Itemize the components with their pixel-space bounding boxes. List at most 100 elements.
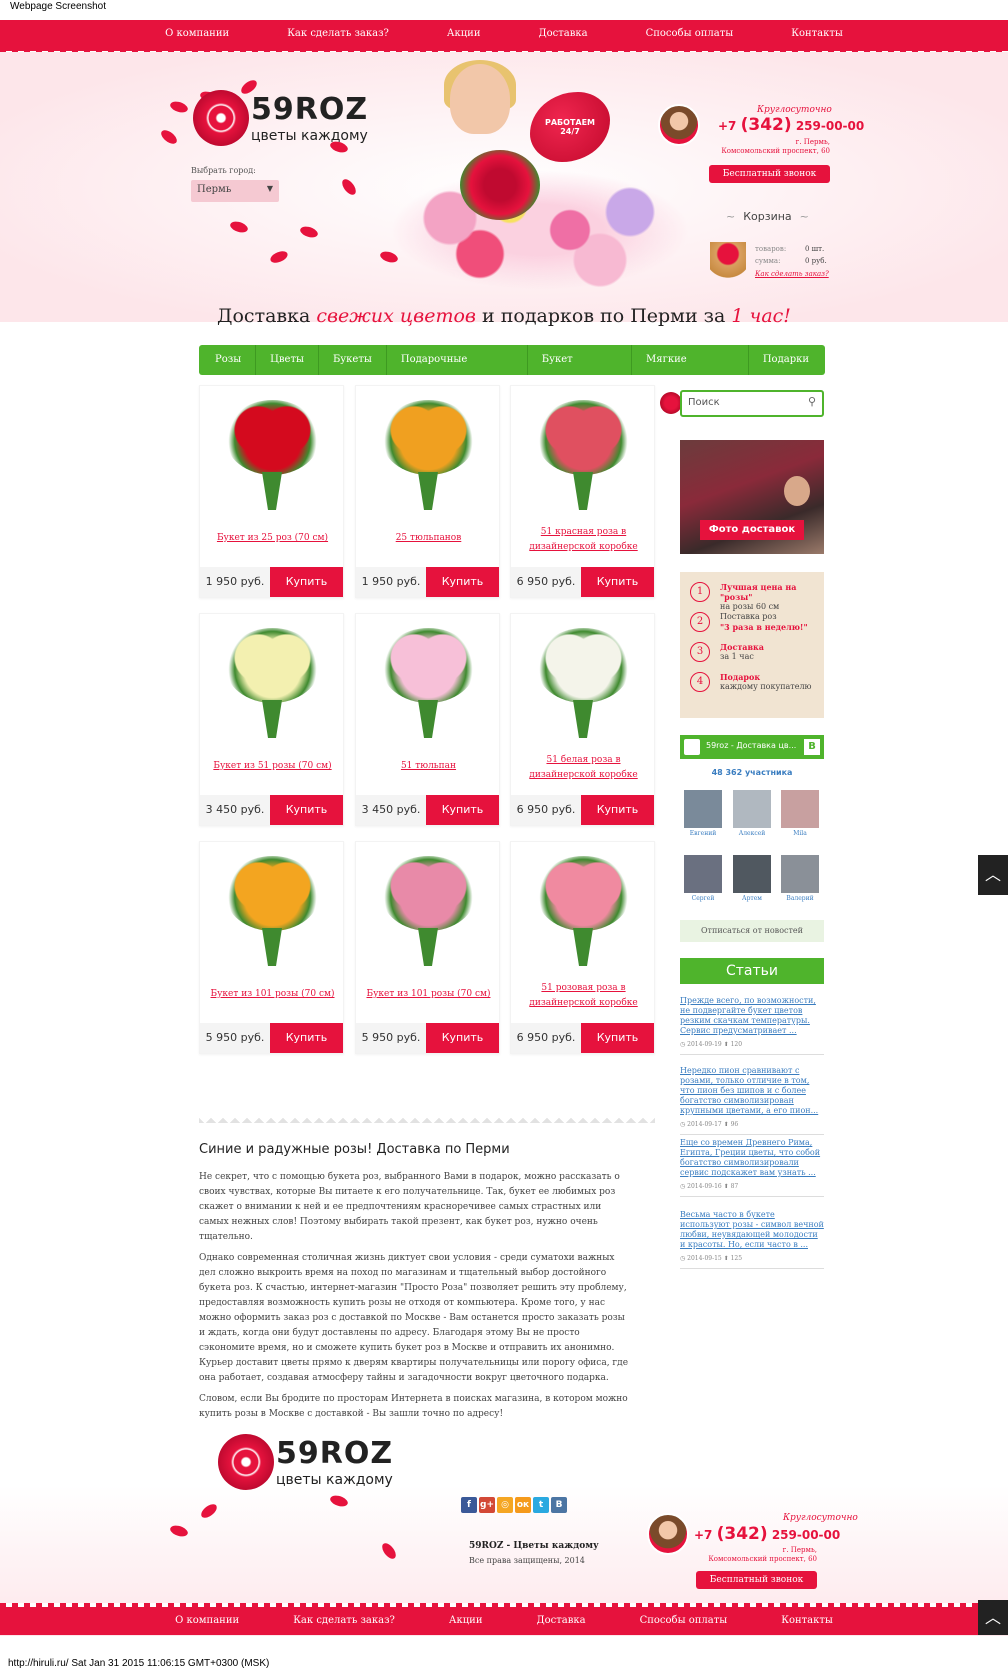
- product-name-link[interactable]: Букет из 25 роз (70 см): [204, 531, 341, 546]
- bouquet-head-shape: [381, 856, 476, 931]
- catalog-item-gift-baskets[interactable]: Подарочные корзины: [387, 345, 528, 395]
- product-card[interactable]: 25 тюльпанов 1 950 руб. Купить: [355, 385, 500, 598]
- product-card[interactable]: 51 розовая роза в дизайнерской коробке 6 …: [510, 841, 655, 1054]
- topnav-item-how-to-order[interactable]: Как сделать заказ?: [258, 20, 418, 52]
- catalog-item-bouquets[interactable]: Букеты: [319, 345, 387, 375]
- scroll-to-top-button[interactable]: ︿: [978, 855, 1008, 895]
- city-select[interactable]: Пермь ▼: [191, 180, 279, 202]
- white-tulips-bouquet-icon[interactable]: [376, 618, 481, 743]
- vk-member[interactable]: Сергей: [684, 855, 722, 903]
- product-name-link[interactable]: Букет из 101 розы (70 см): [360, 987, 497, 1002]
- product-name-link[interactable]: 51 белая роза в дизайнерской коробке: [515, 753, 652, 783]
- phone-number[interactable]: +7 (342) 259-00-00: [718, 115, 864, 135]
- red-roses-bouquet-icon[interactable]: [220, 390, 325, 515]
- buy-button[interactable]: Купить: [581, 1023, 654, 1053]
- basket-icon[interactable]: [710, 242, 746, 282]
- unsubscribe-button[interactable]: Отписаться от новостей: [680, 920, 824, 942]
- phone-code: (342): [716, 1524, 768, 1544]
- vk-member[interactable]: Mila: [781, 790, 819, 838]
- article-preview[interactable]: Еще со времен Древнего Рима, Египта, Гре…: [680, 1138, 824, 1197]
- catalog-item-flowers[interactable]: Цветы: [256, 345, 319, 375]
- vk-member[interactable]: Алексей: [733, 790, 771, 838]
- odnoklassniki-icon[interactable]: ок: [515, 1497, 531, 1513]
- delivery-photos-button[interactable]: Фото доставок: [700, 520, 804, 540]
- product-card[interactable]: 51 красная роза в дизайнерской коробке 6 …: [510, 385, 655, 598]
- buy-button[interactable]: Купить: [270, 1023, 343, 1053]
- product-name-link[interactable]: 51 тюльпан: [360, 759, 497, 774]
- product-name-link[interactable]: Букет из 101 розы (70 см): [204, 987, 341, 1002]
- article-preview-link[interactable]: Прежде всего, по возможности, не подверг…: [680, 996, 824, 1036]
- catalog-item-bridal-bouquet[interactable]: Букет невесты: [528, 345, 633, 395]
- article-preview-link[interactable]: Весьма часто в букете используют розы - …: [680, 1210, 824, 1250]
- orange-roses-bouquet-icon[interactable]: [220, 846, 325, 971]
- search-icon[interactable]: ⚲: [808, 395, 816, 408]
- mailru-icon[interactable]: ◎: [497, 1497, 513, 1513]
- vk-member[interactable]: Артем: [733, 855, 771, 903]
- vk-member[interactable]: Валерий: [781, 855, 819, 903]
- topnav-item-about[interactable]: О компании: [136, 20, 258, 52]
- buy-button[interactable]: Купить: [270, 795, 343, 825]
- logo[interactable]: 59ROZ цветы каждому: [185, 82, 385, 162]
- footnav-item-about[interactable]: О компании: [148, 1606, 266, 1635]
- search-input[interactable]: Поиск ⚲: [680, 390, 824, 417]
- buy-button[interactable]: Купить: [426, 795, 499, 825]
- product-name-link[interactable]: 51 розовая роза в дизайнерской коробке: [515, 981, 652, 1011]
- pink-roses-basket-icon[interactable]: [531, 846, 636, 971]
- footer-logo[interactable]: 59ROZ цветы каждому: [210, 1426, 410, 1506]
- catalog-item-roses[interactable]: Розы: [201, 345, 257, 375]
- roses-box-icon[interactable]: [531, 390, 636, 515]
- free-call-button[interactable]: Бесплатный звонок: [709, 165, 830, 183]
- product-price: 6 950 руб.: [511, 1023, 581, 1053]
- product-card[interactable]: Букет из 51 розы (70 см) 3 450 руб. Купить: [199, 613, 344, 826]
- topnav-item-promotions[interactable]: Акции: [418, 20, 510, 52]
- footnav-item-how-to-order[interactable]: Как сделать заказ?: [266, 1606, 422, 1635]
- product-card[interactable]: Букет из 25 роз (70 см) 1 950 руб. Купить: [199, 385, 344, 598]
- twitter-icon[interactable]: t: [533, 1497, 549, 1513]
- topnav-item-delivery[interactable]: Доставка: [510, 20, 617, 52]
- catalog-item-soft-toys[interactable]: Мягкие игрушки: [632, 345, 749, 395]
- facebook-icon[interactable]: f: [461, 1497, 477, 1513]
- article-body: Не секрет, что с помощью букета роз, выб…: [199, 1170, 629, 1428]
- vk-member[interactable]: Евгений: [684, 790, 722, 838]
- topnav-item-payment[interactable]: Способы оплаты: [617, 20, 763, 52]
- white-roses-basket-icon[interactable]: [531, 618, 636, 743]
- delivery-photos-banner[interactable]: Фото доставок: [680, 440, 824, 554]
- product-name-link[interactable]: 51 красная роза в дизайнерской коробке: [515, 525, 652, 555]
- product-name-link[interactable]: Букет из 51 розы (70 см): [204, 759, 341, 774]
- vk-icon[interactable]: В: [804, 739, 820, 755]
- slogan-part-1: Доставка: [217, 305, 317, 327]
- product-card[interactable]: Букет из 101 розы (70 см) 5 950 руб. Купит…: [355, 841, 500, 1054]
- buy-button[interactable]: Купить: [426, 1023, 499, 1053]
- buy-button[interactable]: Купить: [581, 567, 654, 597]
- vk-icon[interactable]: В: [551, 1497, 567, 1513]
- footnav-item-delivery[interactable]: Доставка: [510, 1606, 613, 1635]
- article-preview-link[interactable]: Нередко пион сравнивают с розами, только…: [680, 1066, 824, 1116]
- footer-free-call-button[interactable]: Бесплатный звонок: [696, 1571, 817, 1589]
- product-card[interactable]: Букет из 101 розы (70 см) 5 950 руб. Купит…: [199, 841, 344, 1054]
- product-card[interactable]: 51 тюльпан 3 450 руб. Купить: [355, 613, 500, 826]
- footnav-item-promotions[interactable]: Акции: [422, 1606, 510, 1635]
- catalog-item-gifts[interactable]: Подарки: [749, 345, 823, 375]
- footer-phone-number[interactable]: +7 (342) 259-00-00: [694, 1524, 840, 1544]
- buy-button[interactable]: Купить: [426, 567, 499, 597]
- tulips-bouquet-icon[interactable]: [376, 390, 481, 515]
- google-plus-icon[interactable]: g+: [479, 1497, 495, 1513]
- white-roses-bouquet-icon[interactable]: [220, 618, 325, 743]
- buy-button[interactable]: Купить: [270, 567, 343, 597]
- article-preview[interactable]: Прежде всего, по возможности, не подверг…: [680, 996, 824, 1055]
- vk-widget-header[interactable]: 59roz - Доставка цв... В: [680, 735, 824, 759]
- delivery-slogan: Доставка свежих цветов и подарков по Пер…: [0, 305, 1008, 327]
- article-preview[interactable]: Нередко пион сравнивают с розами, только…: [680, 1066, 824, 1135]
- scroll-to-top-button[interactable]: ︿: [978, 1600, 1008, 1635]
- pink-roses-bouquet-icon[interactable]: [376, 846, 481, 971]
- topnav-item-contacts[interactable]: Контакты: [762, 20, 872, 52]
- footnav-item-contacts[interactable]: Контакты: [754, 1606, 860, 1635]
- article-preview-link[interactable]: Еще со времен Древнего Рима, Египта, Гре…: [680, 1138, 824, 1178]
- buy-button[interactable]: Купить: [581, 795, 654, 825]
- footnav-item-payment[interactable]: Способы оплаты: [613, 1606, 755, 1635]
- benefit-text: за 1 час: [720, 652, 754, 661]
- article-preview[interactable]: Весьма часто в букете используют розы - …: [680, 1210, 824, 1269]
- how-to-order-link[interactable]: Как сделать заказ?: [755, 270, 829, 278]
- product-card[interactable]: 51 белая роза в дизайнерской коробке 6 95…: [510, 613, 655, 826]
- product-name-link[interactable]: 25 тюльпанов: [360, 531, 497, 546]
